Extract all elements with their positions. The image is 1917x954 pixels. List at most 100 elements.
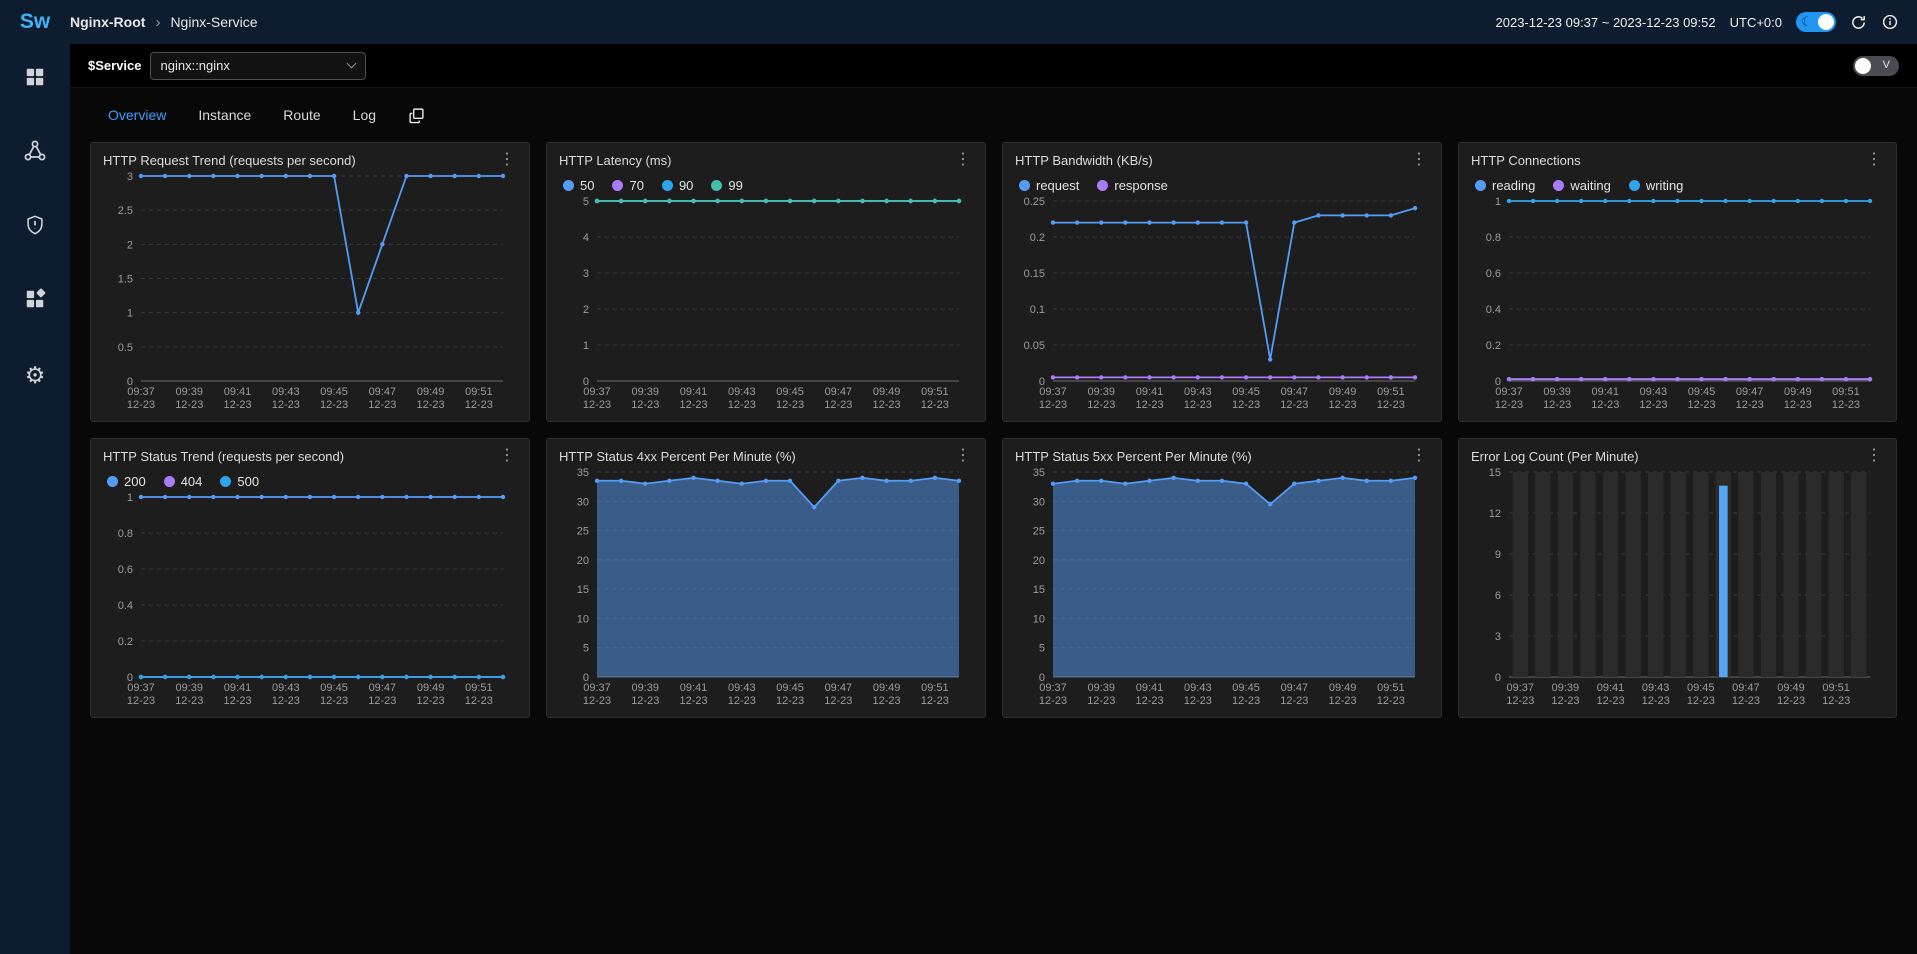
svg-text:09:41: 09:41 <box>1597 682 1625 694</box>
kebab-menu-icon[interactable]: ⋮ <box>497 153 517 167</box>
svg-text:12-23: 12-23 <box>1184 695 1212 707</box>
svg-text:12-23: 12-23 <box>1543 399 1571 411</box>
svg-text:12-23: 12-23 <box>1377 399 1405 411</box>
sidebar-item-alerting[interactable] <box>22 214 48 240</box>
svg-text:09:49: 09:49 <box>1329 386 1357 398</box>
tab-log[interactable]: Log <box>353 107 376 123</box>
view-toggle[interactable]: V <box>1853 56 1899 76</box>
charts-grid: HTTP Request Trend (requests per second)… <box>90 142 1897 718</box>
svg-text:12-23: 12-23 <box>1232 399 1260 411</box>
svg-text:12-23: 12-23 <box>1822 695 1850 707</box>
legend-label: 404 <box>181 474 203 489</box>
breadcrumb-root[interactable]: Nginx-Root <box>70 14 145 30</box>
tab-route[interactable]: Route <box>283 107 320 123</box>
info-icon[interactable] <box>1881 13 1899 31</box>
svg-text:12-23: 12-23 <box>873 695 901 707</box>
chart-card: HTTP Connections ⋮ reading waiting writing… <box>1458 142 1897 422</box>
legend-item[interactable]: request <box>1019 178 1079 193</box>
app-logo[interactable]: Sw <box>0 10 70 34</box>
copy-icon[interactable] <box>408 107 425 124</box>
legend-item[interactable]: response <box>1097 178 1167 193</box>
svg-text:0.4: 0.4 <box>118 600 133 612</box>
svg-text:09:49: 09:49 <box>417 682 445 694</box>
kebab-menu-icon[interactable]: ⋮ <box>497 449 517 463</box>
legend-dot <box>220 476 231 487</box>
tab-overview[interactable]: Overview <box>108 107 166 123</box>
time-range-picker[interactable]: 2023-12-23 09:37 ~ 2023-12-23 09:52 <box>1496 15 1716 30</box>
svg-text:09:45: 09:45 <box>320 682 348 694</box>
svg-text:0.5: 0.5 <box>118 342 133 354</box>
legend-item[interactable]: 90 <box>662 178 693 193</box>
chevron-down-icon <box>346 59 356 69</box>
legend-item[interactable]: 404 <box>164 474 203 489</box>
svg-text:15: 15 <box>1489 467 1501 479</box>
breadcrumb-current[interactable]: Nginx-Service <box>170 14 257 30</box>
chart-title: HTTP Status 4xx Percent Per Minute (%) <box>559 449 796 464</box>
legend-label: 99 <box>728 178 742 193</box>
refresh-icon[interactable] <box>1850 14 1867 31</box>
svg-text:09:51: 09:51 <box>921 386 949 398</box>
legend-item[interactable]: 70 <box>612 178 643 193</box>
kebab-menu-icon[interactable]: ⋮ <box>1864 153 1884 167</box>
chart-svg: 0510152025303509:3712-2309:3912-2309:411… <box>559 464 973 709</box>
sidebar-item-dashboards[interactable] <box>22 66 48 92</box>
chart-card-header: HTTP Request Trend (requests per second)… <box>103 153 517 168</box>
legend-item[interactable]: waiting <box>1553 178 1610 193</box>
service-select[interactable]: nginx::nginx <box>150 52 366 80</box>
chart-title: HTTP Status 5xx Percent Per Minute (%) <box>1015 449 1252 464</box>
legend-item[interactable]: reading <box>1475 178 1535 193</box>
svg-text:12-23: 12-23 <box>1039 399 1067 411</box>
svg-text:1: 1 <box>583 340 589 352</box>
kebab-menu-icon[interactable]: ⋮ <box>1409 449 1429 463</box>
svg-text:12-23: 12-23 <box>1135 695 1163 707</box>
chart-title: HTTP Connections <box>1471 153 1581 168</box>
kebab-menu-icon[interactable]: ⋮ <box>953 449 973 463</box>
svg-text:12-23: 12-23 <box>272 695 300 707</box>
svg-text:12-23: 12-23 <box>631 695 659 707</box>
sidebar-item-settings[interactable]: ⚙ <box>22 362 48 388</box>
svg-text:0.6: 0.6 <box>118 564 133 576</box>
svg-text:12-23: 12-23 <box>1777 695 1805 707</box>
chart-svg: 0369121509:3712-2309:3912-2309:4112-2309… <box>1471 464 1884 709</box>
svg-text:0.1: 0.1 <box>1030 304 1045 316</box>
svg-text:09:39: 09:39 <box>1088 682 1116 694</box>
legend-item[interactable]: 50 <box>563 178 594 193</box>
legend-item[interactable]: 99 <box>711 178 742 193</box>
legend-item[interactable]: 500 <box>220 474 259 489</box>
svg-text:12-23: 12-23 <box>1087 695 1115 707</box>
svg-text:12-23: 12-23 <box>728 399 756 411</box>
legend-item[interactable]: writing <box>1629 178 1684 193</box>
sidebar-item-topology[interactable] <box>22 140 48 166</box>
legend-dot <box>711 180 722 191</box>
service-select-value: nginx::nginx <box>161 58 230 73</box>
svg-text:20: 20 <box>1033 555 1045 567</box>
svg-text:09:43: 09:43 <box>272 386 300 398</box>
svg-text:09:47: 09:47 <box>825 682 853 694</box>
chart-card: Error Log Count (Per Minute) ⋮ 036912150… <box>1458 438 1897 718</box>
gear-icon: ⚙ <box>25 364 46 387</box>
theme-toggle-knob <box>1818 14 1834 30</box>
sidebar-item-marketplace[interactable] <box>22 288 48 314</box>
legend-label: request <box>1036 178 1079 193</box>
svg-text:4: 4 <box>583 232 589 244</box>
svg-text:09:37: 09:37 <box>1507 682 1535 694</box>
timezone-label[interactable]: UTC+0:0 <box>1730 15 1782 30</box>
svg-text:09:51: 09:51 <box>1377 386 1405 398</box>
kebab-menu-icon[interactable]: ⋮ <box>953 153 973 167</box>
kebab-menu-icon[interactable]: ⋮ <box>1409 153 1429 167</box>
svg-text:09:51: 09:51 <box>1822 682 1850 694</box>
chart-card-header: HTTP Latency (ms) ⋮ <box>559 153 973 168</box>
legend-dot <box>1553 180 1564 191</box>
tab-instance[interactable]: Instance <box>198 107 251 123</box>
svg-text:12-23: 12-23 <box>1784 399 1812 411</box>
svg-text:09:51: 09:51 <box>1832 386 1860 398</box>
svg-text:09:41: 09:41 <box>680 682 708 694</box>
theme-toggle[interactable]: ☾ <box>1796 12 1836 32</box>
svg-text:2: 2 <box>127 239 133 251</box>
svg-text:12-23: 12-23 <box>465 399 493 411</box>
kebab-menu-icon[interactable]: ⋮ <box>1864 449 1884 463</box>
legend-item[interactable]: 200 <box>107 474 146 489</box>
svg-text:09:39: 09:39 <box>1088 386 1116 398</box>
legend-label: writing <box>1646 178 1684 193</box>
svg-text:0: 0 <box>1495 672 1501 684</box>
